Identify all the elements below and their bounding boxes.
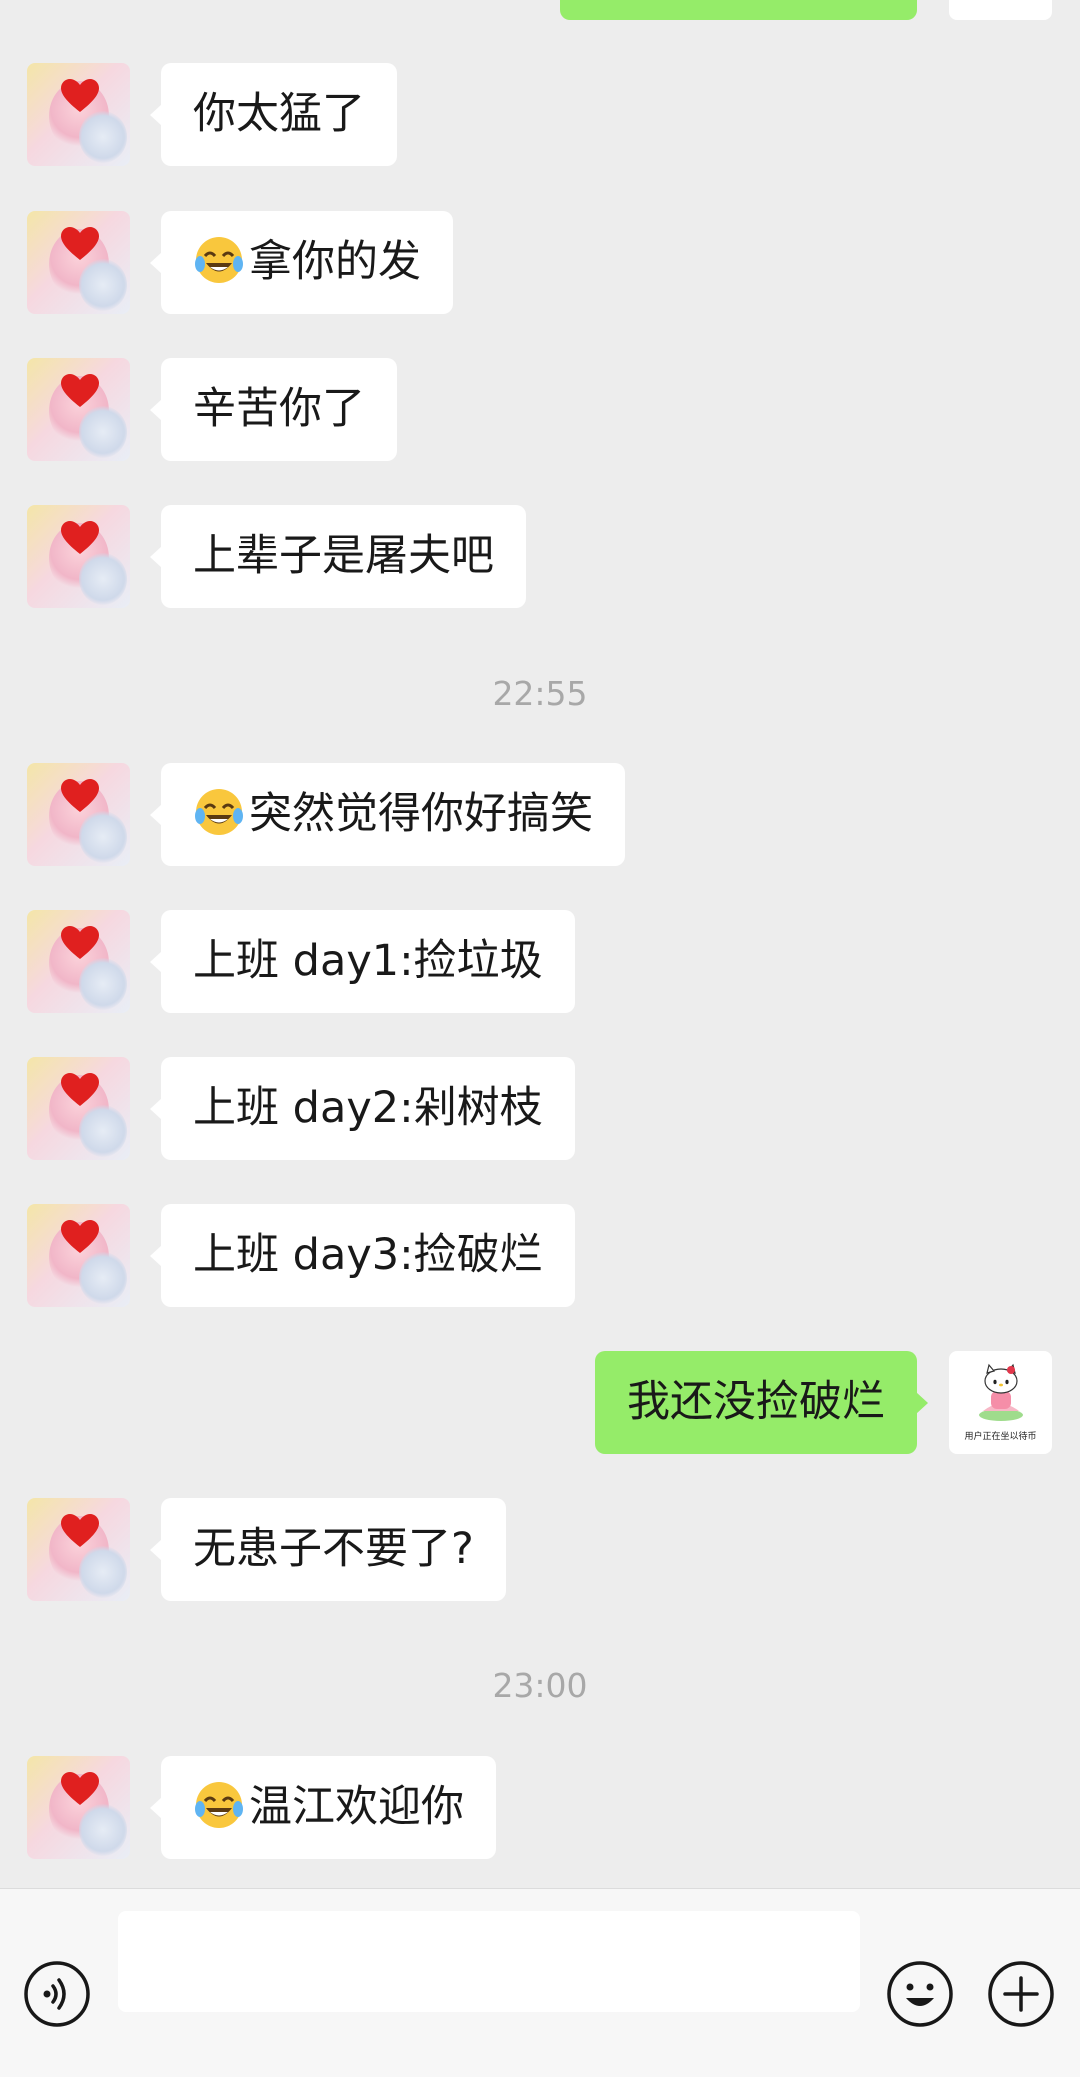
outgoing-message-bubble[interactable]: 我还没捡破烂 [595, 1351, 928, 1454]
message-row: 拿你的发 [0, 211, 1080, 314]
heart-icon [61, 374, 99, 407]
heart-icon [61, 1220, 99, 1253]
heart-icon [61, 926, 99, 959]
hello-kitty-avatar [979, 1363, 1023, 1421]
message-row: 上班 day1:捡垃圾 [0, 910, 1080, 1013]
contact-avatar[interactable] [27, 1204, 130, 1307]
message-row: 温江欢迎你 [0, 1756, 1080, 1859]
heart-icon [61, 1772, 99, 1805]
message-input[interactable] [118, 1911, 860, 2012]
contact-avatar[interactable] [27, 910, 130, 1013]
voice-icon[interactable] [23, 1960, 91, 2028]
contact-avatar[interactable] [27, 63, 130, 166]
timestamp: 23:00 [492, 1666, 588, 1705]
heart-icon [61, 1073, 99, 1106]
contact-avatar[interactable] [27, 1756, 130, 1859]
tears-of-joy-emoji [195, 237, 243, 283]
message-row: 辛苦你了 [0, 358, 1080, 461]
tears-of-joy-emoji [195, 1782, 243, 1828]
message-bubble[interactable]: 你太猛了 [150, 63, 397, 166]
message-row: 无患子不要了? [0, 1498, 1080, 1601]
outgoing-bubble-partial[interactable] [560, 0, 917, 20]
message-bubble[interactable]: 上班 day3:捡破烂 [150, 1204, 575, 1307]
contact-avatar[interactable] [27, 1498, 130, 1601]
contact-avatar[interactable] [27, 1057, 130, 1160]
heart-icon [61, 1514, 99, 1547]
message-text: 无患子不要了? [193, 1524, 474, 1574]
message-text: 上班 day1:捡垃圾 [193, 936, 543, 986]
my-avatar-partial[interactable] [949, 0, 1052, 20]
message-text: 突然觉得你好搞笑 [249, 789, 593, 839]
message-text: 我还没捡破烂 [627, 1377, 885, 1427]
heart-icon [61, 779, 99, 812]
message-text: 你太猛了 [193, 89, 365, 139]
contact-avatar[interactable] [27, 211, 130, 314]
message-text: 辛苦你了 [193, 384, 365, 434]
message-text: 温江欢迎你 [249, 1782, 464, 1832]
message-bubble[interactable]: 突然觉得你好搞笑 [150, 763, 625, 866]
emoji-icon[interactable] [886, 1960, 954, 2028]
message-bubble[interactable]: 上班 day2:剁树枝 [150, 1057, 575, 1160]
message-text: 上班 day2:剁树枝 [193, 1083, 543, 1133]
message-text: 拿你的发 [249, 237, 421, 287]
contact-avatar[interactable] [27, 763, 130, 866]
heart-icon [61, 521, 99, 554]
message-row-outgoing: 我还没捡破烂 用户正在坐以待币 [0, 1351, 1080, 1454]
timestamp: 22:55 [492, 674, 588, 713]
tears-of-joy-emoji [195, 789, 243, 835]
message-bubble[interactable]: 无患子不要了? [150, 1498, 506, 1601]
message-bubble[interactable]: 上辈子是屠夫吧 [150, 505, 526, 608]
message-bubble[interactable]: 拿你的发 [150, 211, 453, 314]
heart-icon [61, 79, 99, 112]
message-bubble[interactable]: 上班 day1:捡垃圾 [150, 910, 575, 1013]
message-row: 突然觉得你好搞笑 [0, 763, 1080, 866]
message-bubble[interactable]: 温江欢迎你 [150, 1756, 496, 1859]
my-avatar[interactable]: 用户正在坐以待币 [949, 1351, 1052, 1454]
message-row: 上班 day2:剁树枝 [0, 1057, 1080, 1160]
avatar-caption: 用户正在坐以待币 [964, 1432, 1037, 1442]
message-text: 上辈子是屠夫吧 [193, 531, 494, 581]
message-row: 上班 day3:捡破烂 [0, 1204, 1080, 1307]
heart-icon [61, 227, 99, 260]
plus-icon[interactable] [987, 1960, 1055, 2028]
contact-avatar[interactable] [27, 358, 130, 461]
contact-avatar[interactable] [27, 505, 130, 608]
message-text: 上班 day3:捡破烂 [193, 1230, 543, 1280]
message-row: 你太猛了 [0, 63, 1080, 166]
message-row: 上辈子是屠夫吧 [0, 505, 1080, 608]
input-bar [0, 1888, 1080, 2077]
chat-area: 你太猛了 拿你的发 辛苦你了 上辈子是屠夫吧 22:55 突然觉得你好搞笑 上班… [0, 0, 1080, 1888]
message-bubble[interactable]: 辛苦你了 [150, 358, 397, 461]
